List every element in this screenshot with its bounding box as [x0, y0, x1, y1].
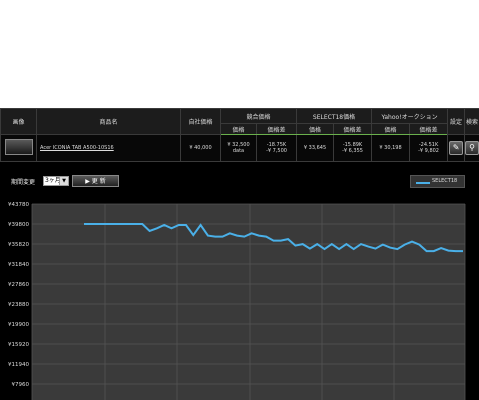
competitor-data-link[interactable]: data	[222, 148, 256, 154]
wrench-icon[interactable]: ✎	[449, 141, 464, 155]
own-price: ¥ 40,000	[180, 134, 221, 162]
y-tick-label: ¥23880	[8, 302, 29, 308]
header-product-name: 商品名	[36, 108, 181, 135]
subheader-price: 価格	[296, 123, 335, 135]
subheader-price: 価格	[220, 123, 257, 135]
header-search: 検索	[464, 108, 479, 135]
settings-cell: ✎	[447, 134, 466, 162]
header-settings: 設定	[447, 108, 466, 135]
plot-area	[32, 204, 465, 400]
subheader-diff: 価格差	[409, 123, 449, 135]
competitor-diff-cell: -18.75K -¥ 7,500	[255, 134, 298, 162]
y-tick-label: ¥27860	[8, 282, 29, 288]
update-button[interactable]: ▶ 更 新	[72, 175, 119, 187]
yahoo-price: ¥ 30,198	[371, 134, 411, 162]
y-tick-label: ¥35820	[8, 242, 29, 248]
period-label: 期間変更	[11, 179, 36, 186]
legend-swatch	[416, 182, 430, 184]
table-row: Acer ICONIA TAB A500-10S16 ¥ 40,000 ¥ 32…	[0, 134, 479, 162]
yahoo-diff: -¥ 9,802	[418, 148, 439, 154]
price-chart: ¥43780 ¥39800 ¥35820 ¥31840 ¥27860 ¥23880 ¥199…	[8, 202, 466, 400]
chart-legend: SELECT18	[410, 175, 465, 188]
y-tick-label: ¥15920	[8, 342, 29, 348]
header-own-price: 自社価格	[180, 108, 221, 135]
blank-page-area	[0, 0, 479, 108]
header-image: 画像	[0, 108, 37, 135]
y-tick-label: ¥39800	[8, 222, 29, 228]
select18-diff-cell: -15.89K -¥ 6,355	[333, 134, 373, 162]
header-yahoo-auction: Yahoo!オークション	[371, 108, 449, 124]
competitor-price-cell: ¥ 32,500 data	[220, 134, 257, 162]
y-tick-label: ¥11940	[8, 362, 29, 368]
y-tick-label: ¥31840	[8, 262, 29, 268]
chevron-down-icon[interactable]: ▼	[59, 177, 68, 185]
competitor-diff: -¥ 7,500	[266, 148, 287, 154]
y-tick-label: ¥19900	[8, 322, 29, 328]
subheader-diff: 価格差	[255, 123, 298, 135]
search-cell: ⚲	[464, 134, 479, 162]
yahoo-diff-cell: -24.51K -¥ 9,802	[409, 134, 449, 162]
subheader-price: 価格	[371, 123, 411, 135]
select18-diff: -¥ 6,355	[342, 148, 363, 154]
header-select18-price: SELECT18価格	[296, 108, 373, 124]
y-tick-label: ¥7960	[12, 382, 30, 388]
select18-price: ¥ 33,645	[296, 134, 335, 162]
subheader-diff: 価格差	[333, 123, 373, 135]
period-select[interactable]: 3ヶ月 ▼	[43, 176, 69, 186]
product-table: 画像 商品名 自社価格 競合価格 SELECT18価格 Yahoo!オークション…	[0, 108, 479, 162]
product-thumbnail[interactable]	[4, 139, 33, 155]
header-competitor-price: 競合価格	[219, 108, 298, 124]
legend-label: SELECT18	[432, 178, 458, 184]
search-icon[interactable]: ⚲	[465, 141, 479, 155]
y-tick-label: ¥43780	[8, 202, 29, 208]
product-thumbnail-cell	[0, 134, 37, 162]
y-axis: ¥43780 ¥39800 ¥35820 ¥31840 ¥27860 ¥23880 ¥199…	[8, 202, 29, 388]
table-header-row: 画像 商品名 自社価格 競合価格 SELECT18価格 Yahoo!オークション…	[0, 108, 479, 135]
product-name-link[interactable]: Acer ICONIA TAB A500-10S16	[36, 134, 181, 162]
